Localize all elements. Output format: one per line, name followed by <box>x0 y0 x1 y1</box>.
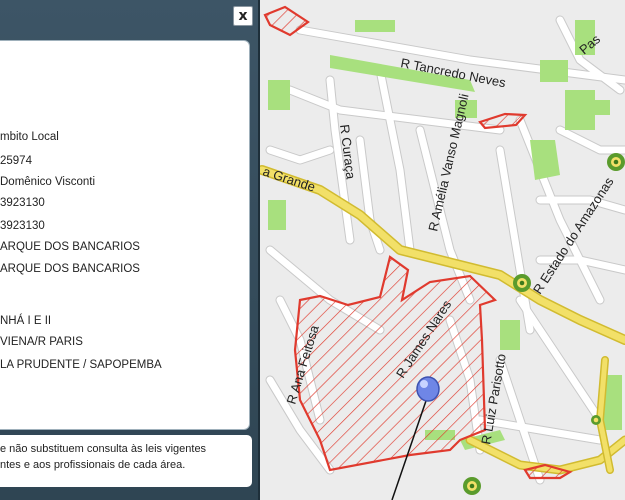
disclaimer-line: e não substituem consulta às leis vigent… <box>0 443 207 455</box>
location-marker-icon[interactable] <box>416 376 440 402</box>
info-row: 25974 <box>0 155 32 167</box>
info-row: Domênico Visconti <box>0 176 96 188</box>
popup-disclaimer: e não substituem consulta às leis vigent… <box>0 435 252 487</box>
info-row: NHÁ I E II <box>0 315 52 327</box>
street-label-estado: R Estado do Amazonas <box>530 174 617 297</box>
zone-main <box>293 255 498 472</box>
info-row: LA PRUDENTE / SAPOPEMBA <box>0 359 162 371</box>
info-row: VIENA/R PARIS <box>0 336 83 348</box>
street-label-grande: a Grande <box>261 164 317 195</box>
info-row: ARQUE DOS BANCARIOS <box>0 241 140 253</box>
close-button[interactable]: x <box>233 6 253 26</box>
info-row: 3923130 <box>0 197 45 209</box>
info-popup: x mbito Local 25974 Domênico Visconti 39… <box>0 0 260 500</box>
info-row: ARQUE DOS BANCARIOS <box>0 263 140 275</box>
info-row: 3923130 <box>0 220 45 232</box>
disclaimer-line: ntes e aos profissionais de cada área. <box>0 459 186 471</box>
popup-content: mbito Local 25974 Domênico Visconti 3923… <box>0 40 250 430</box>
info-row: mbito Local <box>0 131 59 143</box>
